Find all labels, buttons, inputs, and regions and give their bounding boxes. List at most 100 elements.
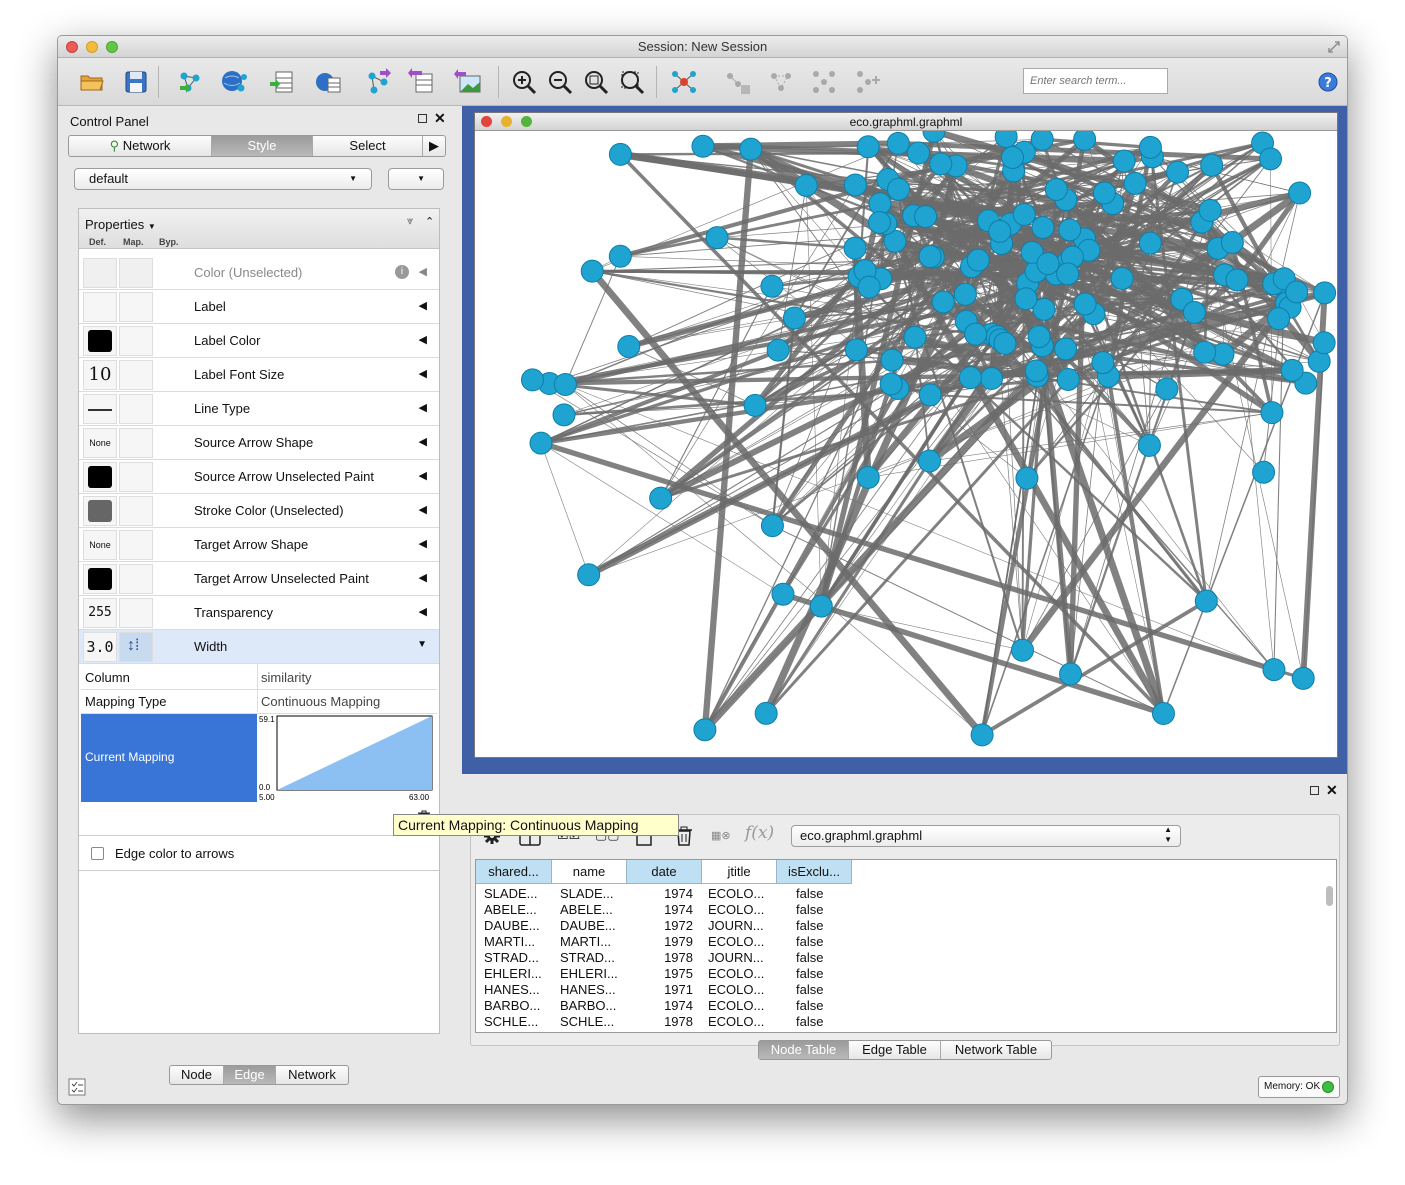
- function-builder-button[interactable]: f(x): [745, 823, 774, 843]
- network-node[interactable]: [856, 135, 880, 159]
- continuous-mapping-chart[interactable]: 59.1 0.0 5.00 63.00: [259, 714, 435, 802]
- default-cell[interactable]: [83, 326, 117, 356]
- mapping-cell[interactable]: [119, 326, 153, 356]
- mapping-column-value[interactable]: similarity: [261, 670, 312, 685]
- memory-status[interactable]: Memory: OK: [1258, 1076, 1340, 1098]
- network-node[interactable]: [1313, 281, 1337, 305]
- edge-color-arrows-row[interactable]: Edge color to arrows: [79, 835, 439, 871]
- network-node[interactable]: [988, 219, 1012, 243]
- default-cell[interactable]: [83, 292, 117, 322]
- network-node[interactable]: [843, 173, 867, 197]
- property-row[interactable]: 255 Transparency ◀: [79, 596, 439, 630]
- network-node[interactable]: [580, 259, 604, 283]
- mapping-cell[interactable]: [119, 564, 153, 594]
- default-cell[interactable]: 3.0: [83, 632, 117, 662]
- network-node[interactable]: [1058, 218, 1082, 242]
- network-node[interactable]: [1151, 702, 1175, 726]
- save-icon[interactable]: [122, 68, 150, 96]
- network-node[interactable]: [887, 177, 911, 201]
- mapping-cell[interactable]: [119, 496, 153, 526]
- network-node[interactable]: [1092, 181, 1116, 205]
- mapping-cell[interactable]: [119, 292, 153, 322]
- edge-color-arrows-checkbox[interactable]: [91, 847, 104, 860]
- network-node[interactable]: [552, 403, 576, 427]
- default-cell[interactable]: 255: [83, 598, 117, 628]
- import-table-web-icon[interactable]: [314, 68, 342, 96]
- property-row-selected[interactable]: 3.0 ↕⁞ Width ▼: [79, 630, 439, 664]
- tabs-overflow-arrow-icon[interactable]: ▶: [423, 136, 445, 156]
- expand-arrow-icon[interactable]: ◀: [419, 299, 427, 312]
- network-node[interactable]: [520, 368, 544, 392]
- table-cell[interactable]: 1979: [627, 934, 693, 950]
- network-node[interactable]: [958, 366, 982, 390]
- expand-arrow-icon[interactable]: ◀: [419, 265, 427, 278]
- collapse-arrow-icon[interactable]: ▼: [417, 639, 427, 650]
- network-node[interactable]: [918, 245, 942, 269]
- table-cell[interactable]: ECOLO...: [708, 902, 770, 918]
- network-edge[interactable]: [620, 202, 881, 258]
- table-cell[interactable]: STRAD...: [560, 950, 624, 966]
- float-panel-icon[interactable]: [418, 114, 427, 123]
- close-panel-icon[interactable]: ✕: [434, 110, 446, 127]
- zoom-selected-icon[interactable]: [618, 68, 646, 96]
- search-input[interactable]: [1023, 68, 1168, 94]
- table-cell[interactable]: JOURN...: [708, 918, 770, 934]
- network-node[interactable]: [1036, 252, 1060, 276]
- network-node[interactable]: [1001, 146, 1024, 170]
- expand-arrow-icon[interactable]: ◀: [419, 537, 427, 550]
- network-node[interactable]: [693, 718, 717, 742]
- expand-arrow-icon[interactable]: ◀: [419, 571, 427, 584]
- network-node[interactable]: [1182, 300, 1206, 324]
- mapping-type-row[interactable]: Mapping Type Continuous Mapping: [81, 688, 437, 714]
- network-node[interactable]: [880, 348, 904, 372]
- link-table-icon[interactable]: ▦⊗: [711, 829, 731, 842]
- expand-arrow-icon[interactable]: ◀: [419, 605, 427, 618]
- import-network-icon[interactable]: [176, 68, 204, 96]
- network-node[interactable]: [1225, 268, 1249, 292]
- expand-arrow-icon[interactable]: ◀: [419, 401, 427, 414]
- network-node[interactable]: [794, 174, 818, 198]
- network-node[interactable]: [1011, 638, 1035, 662]
- network-node[interactable]: [886, 131, 910, 155]
- column-header-jtitle[interactable]: jtitle: [702, 860, 777, 884]
- table-cell[interactable]: 1974: [627, 886, 693, 902]
- network-node[interactable]: [843, 236, 867, 260]
- network-node[interactable]: [867, 210, 891, 234]
- network-node[interactable]: [608, 244, 632, 268]
- task-list-icon[interactable]: [68, 1078, 86, 1096]
- table-cell[interactable]: false: [796, 966, 848, 982]
- network-node[interactable]: [649, 486, 673, 510]
- network-node[interactable]: [953, 282, 977, 306]
- network-node[interactable]: [1193, 340, 1217, 364]
- collapse-all-icon[interactable]: ⌃: [425, 215, 434, 228]
- network-node[interactable]: [1138, 231, 1162, 255]
- mapping-cell[interactable]: [119, 360, 153, 390]
- network-node[interactable]: [1220, 230, 1244, 254]
- close-window-button[interactable]: [66, 41, 78, 53]
- table-cell[interactable]: SLADE...: [484, 886, 550, 902]
- table-cell[interactable]: ABELE...: [560, 902, 624, 918]
- column-header-shared[interactable]: shared...: [476, 860, 552, 884]
- help-icon[interactable]: ?: [1318, 72, 1338, 92]
- network-node[interactable]: [964, 322, 988, 346]
- mapping-cell[interactable]: [119, 530, 153, 560]
- table-cell[interactable]: false: [796, 998, 848, 1014]
- table-cell[interactable]: SLADE...: [560, 886, 624, 902]
- network-node[interactable]: [1288, 181, 1312, 205]
- tab-node-table[interactable]: Node Table: [759, 1041, 849, 1059]
- network-node[interactable]: [1123, 171, 1147, 195]
- open-folder-icon[interactable]: [78, 68, 106, 96]
- tab-network-table[interactable]: Network Table: [941, 1041, 1051, 1059]
- mapping-cell[interactable]: [119, 598, 153, 628]
- network-node[interactable]: [903, 325, 927, 349]
- table-cell[interactable]: HANES...: [484, 982, 550, 998]
- mapping-preview[interactable]: 59.1 0.0 5.00 63.00: [259, 714, 435, 802]
- default-cell[interactable]: 10: [83, 360, 117, 390]
- network-edge[interactable]: [821, 605, 1023, 651]
- table-cell[interactable]: BARBO...: [560, 998, 624, 1014]
- table-cell[interactable]: 1971: [627, 982, 693, 998]
- info-icon[interactable]: i: [395, 265, 409, 279]
- table-cell[interactable]: 1972: [627, 918, 693, 934]
- first-neighbors-icon[interactable]: [724, 68, 752, 96]
- network-node[interactable]: [1014, 287, 1038, 311]
